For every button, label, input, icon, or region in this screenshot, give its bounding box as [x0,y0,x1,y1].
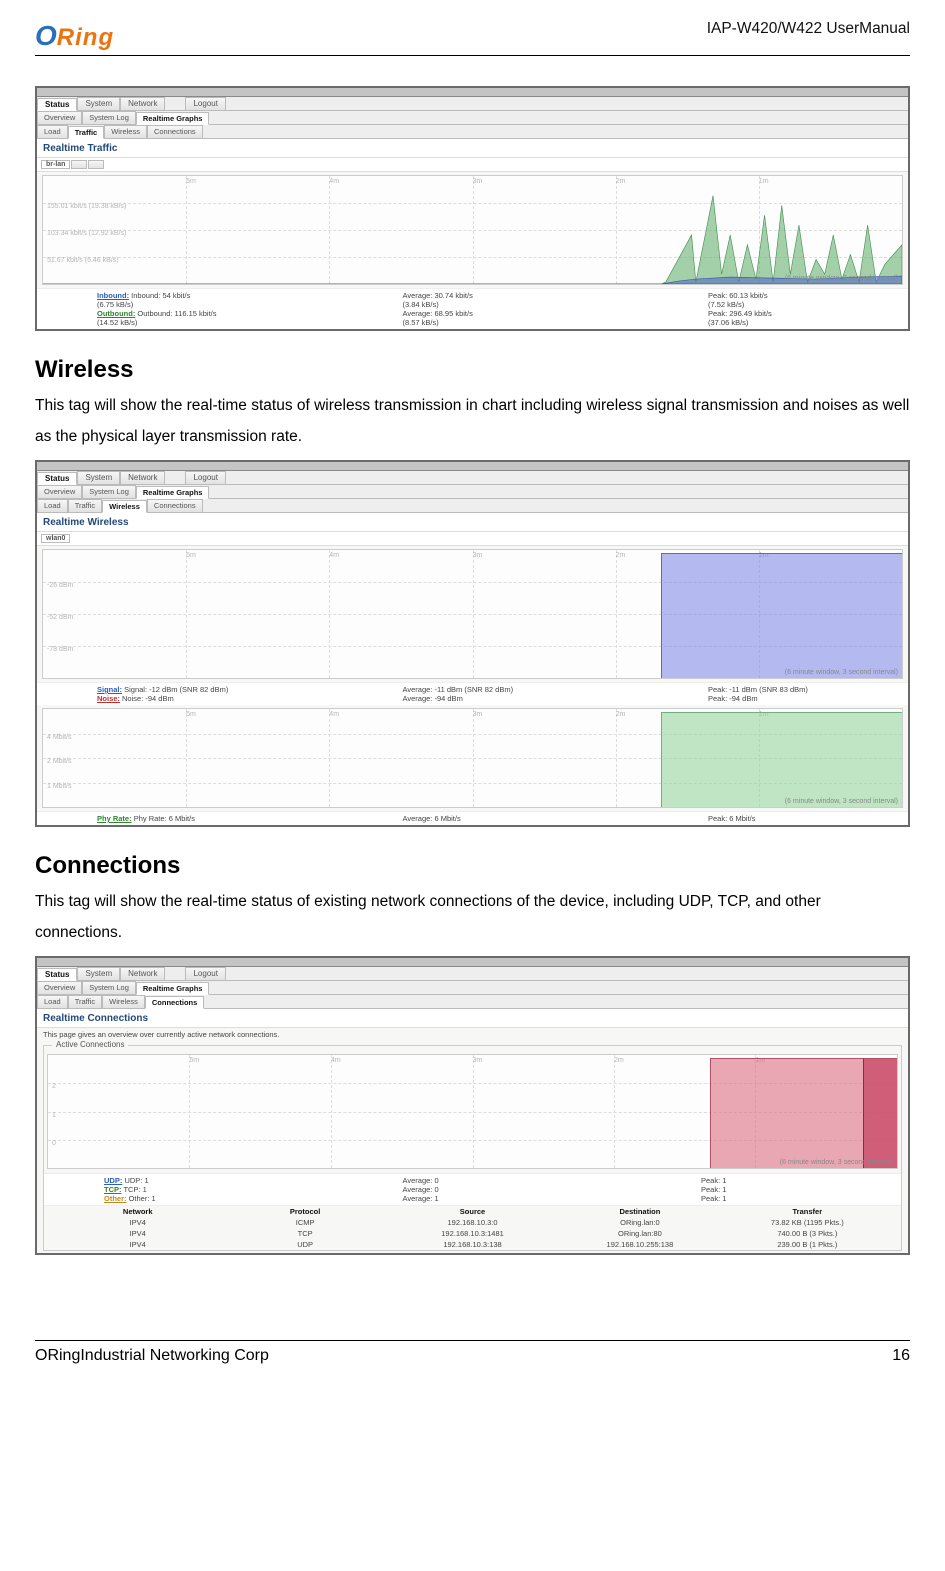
subsub-traffic-2[interactable]: Traffic [68,499,102,512]
tab-logout-2[interactable]: Logout [185,471,225,484]
iface-tabs-2: wlan0 [37,532,908,546]
signal-label: Signal: [97,685,122,694]
subsub-connections-2[interactable]: Connections [147,499,203,512]
iface-brlan[interactable]: br-lan [41,160,70,169]
subtab-realtime-2[interactable]: Realtime Graphs [136,486,210,499]
chart-connections: 5m 4m 3m 2m 1m 2 1 0 (6 minute window, 3… [47,1054,898,1169]
footer-company: ORingIndustrial Networking Corp [35,1347,269,1365]
tabs-main: Status System Network Logout [37,97,908,111]
subtab-overview-3[interactable]: Overview [37,981,82,994]
chart-note-conn: (6 minute window, 3 second interval) [780,1159,893,1166]
signal-block [661,553,902,678]
subtab-systemlog[interactable]: System Log [82,111,136,124]
traffic-stats: Inbound: Inbound: 54 kbit/s (6.75 kB/s) … [37,288,908,329]
panel-header-wireless: Realtime Wireless [37,513,908,532]
tab-logout[interactable]: Logout [185,97,225,110]
tab-status-3[interactable]: Status [37,968,77,981]
traffic-stats-center: Average: 30.74 kbit/s (3.84 kB/s) Averag… [403,291,543,327]
tabs-subsub: Load Traffic Wireless Connections [37,125,908,139]
conn-page-note: This page gives an overview over current… [37,1028,908,1041]
tab-system-3[interactable]: System [77,967,120,980]
conn-row-1: IPV4 TCP 192.168.10.3:1481 ORing.lan:80 … [44,1228,901,1239]
iface-other2[interactable] [88,160,104,169]
phy-block [661,712,902,807]
subsub-load[interactable]: Load [37,125,68,138]
tab-network[interactable]: Network [120,97,165,110]
subsub-wireless[interactable]: Wireless [104,125,147,138]
chart-note-phy: (6 minute window, 3 second interval) [785,798,898,805]
subsub-traffic-3[interactable]: Traffic [68,995,102,1008]
inbound-label: Inbound: [97,291,129,300]
doc-title: IAP-W420/W422 UserManual [707,20,910,38]
subtab-systemlog-2[interactable]: System Log [82,485,136,498]
traffic-stats-left: Inbound: Inbound: 54 kbit/s (6.75 kB/s) … [97,291,237,327]
subtab-systemlog-3[interactable]: System Log [82,981,136,994]
tabs-subsub-3: Load Traffic Wireless Connections [37,995,908,1009]
wireless-signal-stats: Signal: Signal: -12 dBm (SNR 82 dBm) Noi… [37,682,908,705]
browser-chrome [37,958,908,967]
subsub-load-3[interactable]: Load [37,995,68,1008]
subtab-overview-2[interactable]: Overview [37,485,82,498]
chart-wireless-phy: 5m 4m 3m 2m 1m 4 Mbit/s 2 Mbit/s 1 Mbit/… [42,708,903,808]
conn-fieldset-legend: Active Connections [52,1040,128,1049]
tab-network-3[interactable]: Network [120,967,165,980]
panel-header-conn: Realtime Connections [37,1009,908,1028]
subsub-connections-3[interactable]: Connections [145,996,204,1009]
tab-system[interactable]: System [77,97,120,110]
section-wireless-text: This tag will show the real-time status … [35,390,910,452]
page-header: O Ring IAP-W420/W422 UserManual [35,20,910,56]
iface-other1[interactable] [71,160,87,169]
iface-wlan0[interactable]: wlan0 [41,534,70,543]
subsub-connections[interactable]: Connections [147,125,203,138]
screenshot-traffic: Status System Network Logout Overview Sy… [35,86,910,331]
subsub-wireless-3[interactable]: Wireless [102,995,145,1008]
panel-header-traffic: Realtime Traffic [37,139,908,158]
subtab-realtime[interactable]: Realtime Graphs [136,112,210,125]
tab-status[interactable]: Status [37,98,77,111]
logo-text: Ring [57,24,114,52]
tabs-sub-3: Overview System Log Realtime Graphs [37,981,908,995]
tabs-main-2: Status System Network Logout [37,471,908,485]
chart-traffic: 5m 4m 3m 2m 1m 155.01 kbit/s (19.38 kB/s… [42,175,903,285]
traffic-stats-right: Peak: 60.13 kbit/s (7.52 kB/s) Peak: 296… [708,291,848,327]
screenshot-connections: Status System Network Logout Overview Sy… [35,956,910,1255]
chart-note: (6 minute window, 3 second interval) [785,275,898,282]
tab-logout-3[interactable]: Logout [185,967,225,980]
tab-system-2[interactable]: System [77,471,120,484]
conn-row-2: IPV4 UDP 192.168.10.3:138 192.168.10.255… [44,1239,901,1250]
section-wireless-title: Wireless [35,356,910,384]
tabs-main-3: Status System Network Logout [37,967,908,981]
conn-row-0: IPV4 ICMP 192.168.10.3:0 ORing.lan:0 73.… [44,1217,901,1228]
wireless-phy-stats: Phy Rate: Phy Rate: 6 Mbit/s Average: 6 … [37,811,908,825]
browser-chrome [37,88,908,97]
screenshot-wireless: Status System Network Logout Overview Sy… [35,460,910,827]
conn-counts: UDP: UDP: 1 TCP: TCP: 1 Other: Other: 1 … [44,1173,901,1205]
phy-label: Phy Rate: [97,814,132,823]
conn-fieldset: Active Connections 5m 4m 3m 2m 1m 2 1 0 … [43,1045,902,1251]
footer-page: 16 [892,1347,910,1365]
subsub-traffic[interactable]: Traffic [68,126,105,139]
subsub-wireless-2[interactable]: Wireless [102,500,147,513]
chart-note-sig: (6 minute window, 3 second interval) [785,669,898,676]
iface-tabs: br-lan [37,158,908,172]
page-footer: ORingIndustrial Networking Corp 16 [35,1340,910,1365]
subtab-overview[interactable]: Overview [37,111,82,124]
noise-label: Noise: [97,694,120,703]
tabs-sub-2: Overview System Log Realtime Graphs [37,485,908,499]
conn-spike [863,1058,897,1168]
subtab-realtime-3[interactable]: Realtime Graphs [136,982,210,995]
logo: O Ring [35,20,114,52]
subsub-load-2[interactable]: Load [37,499,68,512]
tabs-sub: Overview System Log Realtime Graphs [37,111,908,125]
chart-wireless-signal: 5m 4m 3m 2m 1m -26 dBm -52 dBm -78 dBm (… [42,549,903,679]
tab-network-2[interactable]: Network [120,471,165,484]
browser-chrome [37,462,908,471]
conn-table-head: Network Protocol Source Destination Tran… [44,1205,901,1217]
outbound-label: Outbound: [97,309,135,318]
section-connections-text: This tag will show the real-time status … [35,886,910,948]
logo-o: O [35,20,57,52]
tab-status-2[interactable]: Status [37,472,77,485]
tabs-subsub-2: Load Traffic Wireless Connections [37,499,908,513]
section-connections-title: Connections [35,852,910,880]
